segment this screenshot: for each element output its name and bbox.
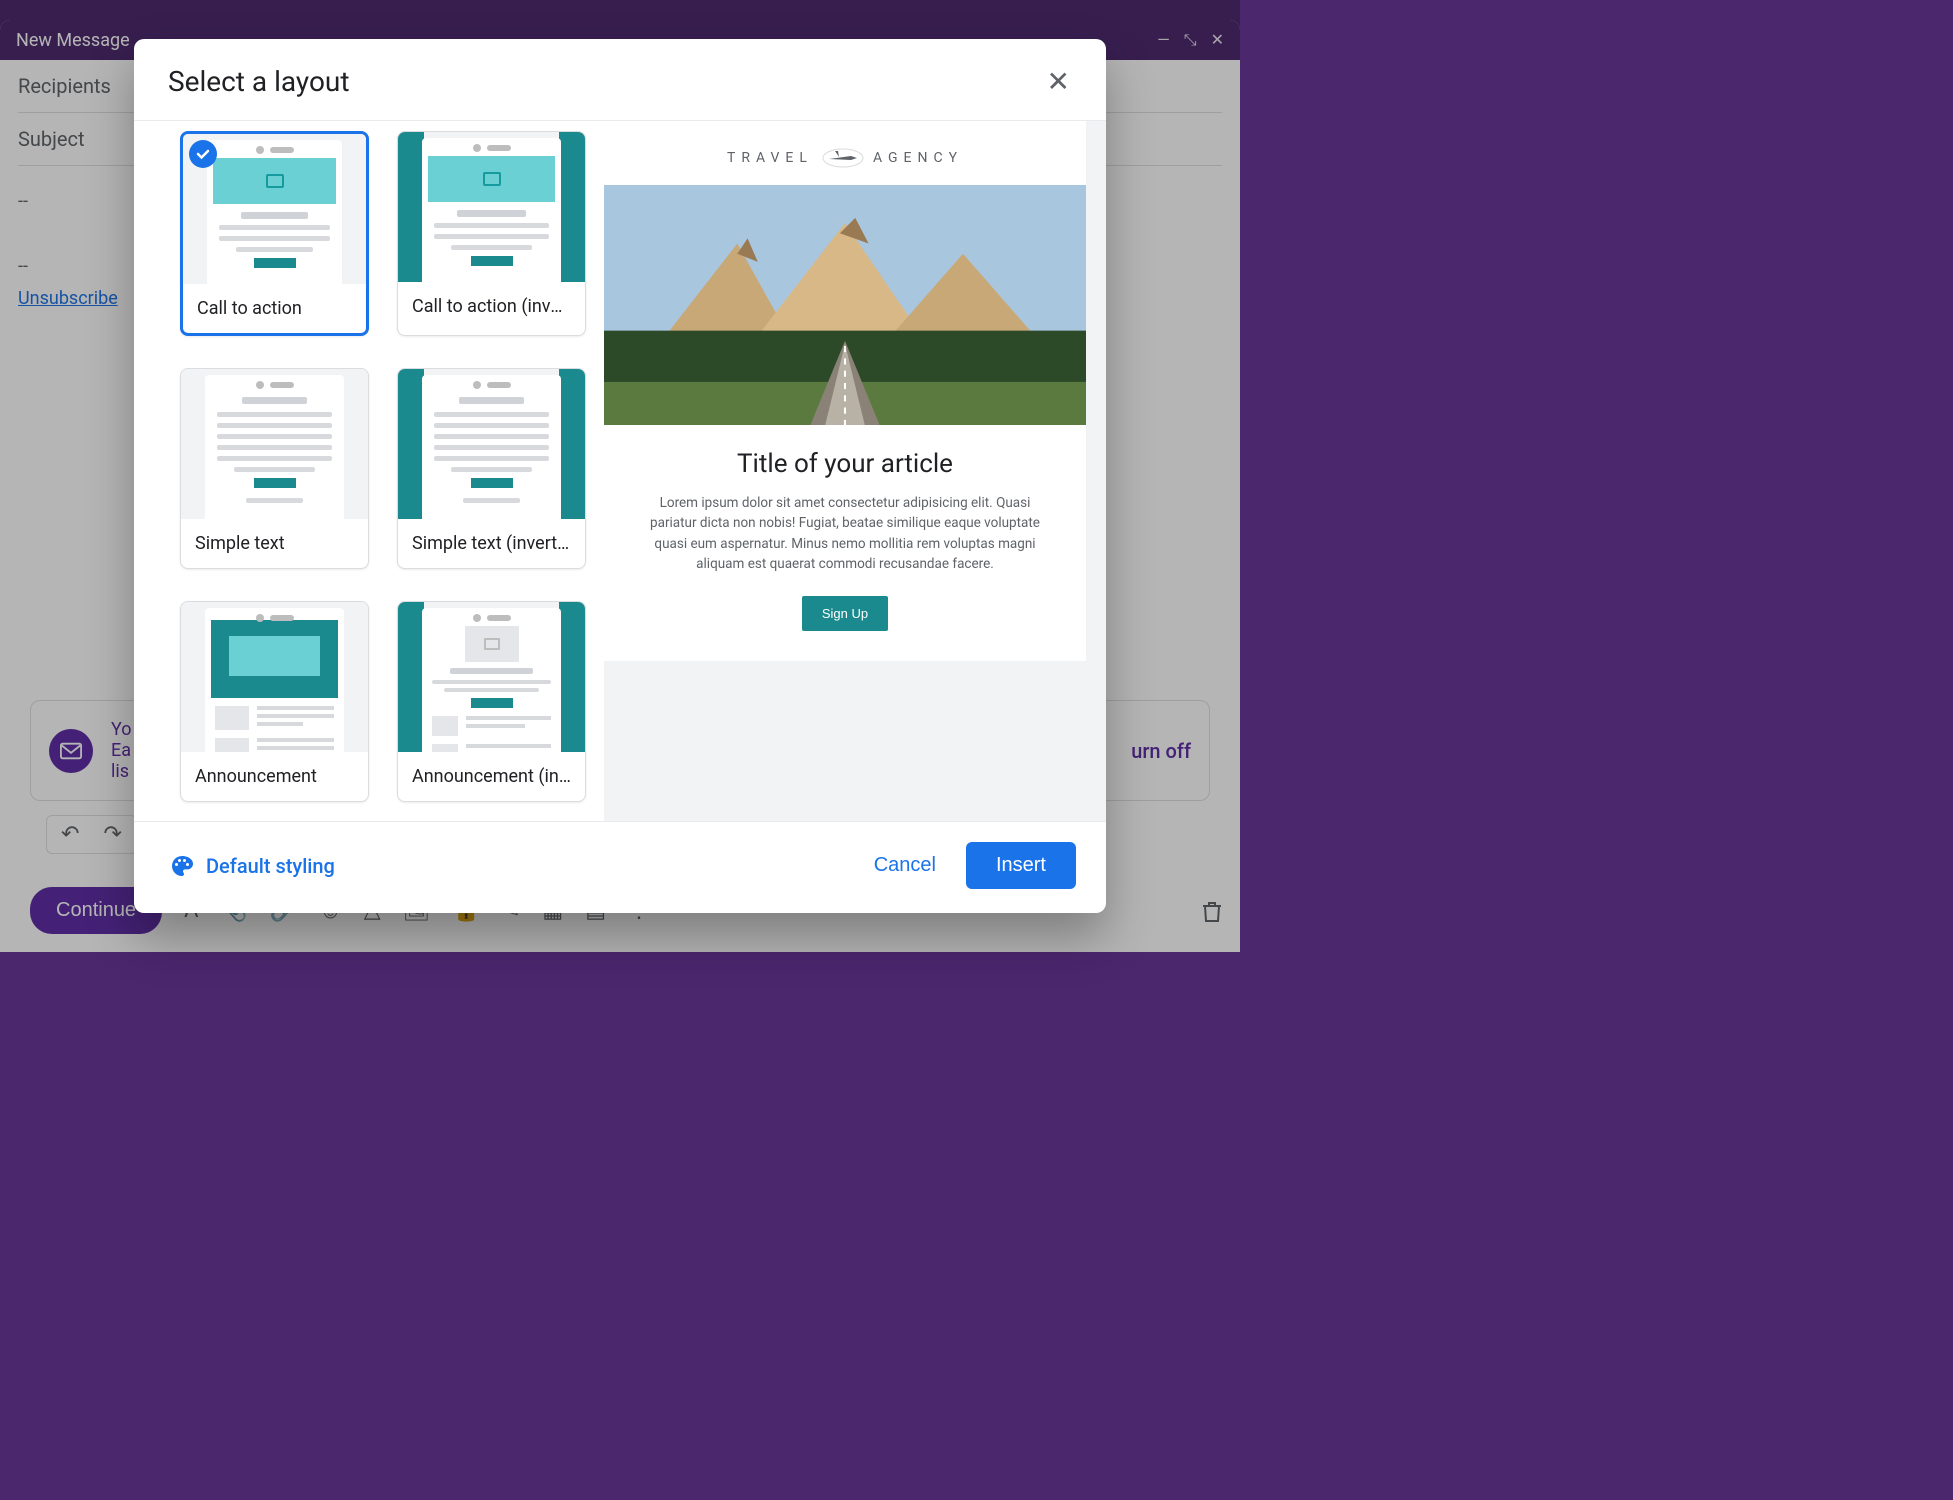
modal-title: Select a layout (168, 65, 350, 98)
layout-label: Call to action (183, 284, 366, 333)
preview-logo: TRAVEL AGENCY (727, 121, 963, 185)
layout-label: Call to action (inve… (398, 282, 585, 331)
close-modal-icon[interactable]: ✕ (1047, 65, 1070, 98)
preview-paragraph: Lorem ipsum dolor sit amet consectetur a… (638, 493, 1053, 574)
layout-card-call-to-action-inverted[interactable]: Call to action (inve… (397, 131, 586, 336)
layout-label: Announcement (181, 752, 368, 801)
preview-title: Title of your article (737, 449, 953, 479)
cancel-button[interactable]: Cancel (858, 844, 952, 887)
modal-overlay: Select a layout ✕ (0, 0, 1240, 952)
layout-label: Announcement (in… (398, 752, 585, 801)
layout-picker-modal: Select a layout ✕ (134, 39, 1106, 913)
layout-card-announcement[interactable]: Announcement (180, 601, 369, 802)
layouts-panel: Call to action (134, 121, 604, 821)
layout-card-simple-text[interactable]: Simple text (180, 368, 369, 569)
layout-label: Simple text (181, 519, 368, 568)
plane-icon (821, 147, 865, 169)
palette-icon (170, 854, 194, 878)
default-styling-button[interactable]: Default styling (170, 854, 335, 878)
layout-card-announcement-inverted[interactable]: Announcement (in… (397, 601, 586, 802)
selected-check-icon (189, 140, 217, 168)
preview-panel: TRAVEL AGENCY (604, 121, 1106, 821)
preview-hero-image (604, 185, 1086, 425)
layout-label: Simple text (invert… (398, 519, 585, 568)
layout-card-call-to-action[interactable]: Call to action (180, 131, 369, 336)
layout-card-simple-text-inverted[interactable]: Simple text (invert… (397, 368, 586, 569)
preview-signup-button[interactable]: Sign Up (802, 596, 888, 631)
insert-button[interactable]: Insert (966, 842, 1076, 889)
